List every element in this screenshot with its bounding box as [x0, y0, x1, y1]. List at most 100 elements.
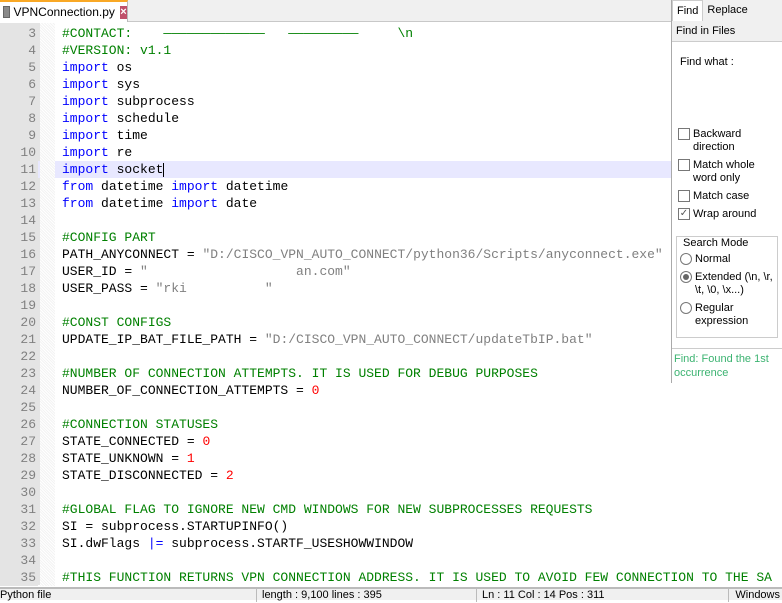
tab-replace[interactable]: Replace	[703, 0, 751, 21]
fold-margin-cell	[40, 467, 55, 484]
line-number: 5	[0, 59, 38, 76]
code-line[interactable]: 26 #CONNECTION STATUSES	[0, 416, 782, 433]
tab-find-in-files[interactable]: Find in Files	[672, 21, 739, 41]
line-number: 27	[0, 433, 38, 450]
token-cm: #CONTACT:	[62, 26, 164, 41]
code-line[interactable]: 18 USER_PASS = "rki "	[0, 280, 782, 297]
token-kw: import	[62, 60, 109, 75]
code-line[interactable]: 5 import os	[0, 59, 782, 76]
match-case-checkbox[interactable]: Match case	[678, 190, 778, 203]
radio-selected-icon	[680, 271, 692, 283]
token-cm: #GLOBAL FLAG TO IGNORE NEW CMD WINDOWS F…	[62, 502, 593, 517]
code-line[interactable]: 17 USER_ID = " an.com"	[0, 263, 782, 280]
tab-find[interactable]: Find	[672, 0, 704, 21]
code-text: SI = subprocess.STARTUPINFO()	[62, 518, 778, 535]
fold-margin-cell	[40, 178, 55, 195]
code-line[interactable]: 19	[0, 297, 782, 314]
code-line[interactable]: 23 #NUMBER OF CONNECTION ATTEMPTS. IT IS …	[0, 365, 782, 382]
token-str: "D:/CISCO_VPN_AUTO_CONNECT/updateTbIP.ba…	[264, 332, 593, 347]
code-line[interactable]: 32 SI = subprocess.STARTUPINFO()	[0, 518, 782, 535]
wrap-around-checkbox[interactable]: ✓ Wrap around	[678, 208, 778, 221]
line-number: 22	[0, 348, 38, 365]
code-line[interactable]: 27 STATE_CONNECTED = 0	[0, 433, 782, 450]
code-line[interactable]: 24 NUMBER_OF_CONNECTION_ATTEMPTS = 0	[0, 382, 782, 399]
code-line[interactable]: 16 PATH_ANYCONNECT = "D:/CISCO_VPN_AUTO_C…	[0, 246, 782, 263]
code-line[interactable]: 9 import time	[0, 127, 782, 144]
tab-title: VPNConnection.py	[13, 5, 115, 19]
checkbox-label: Wrap around	[693, 208, 757, 220]
code-text: #CONNECTION STATUSES	[62, 416, 778, 433]
code-line[interactable]: 20 #CONST CONFIGS	[0, 314, 782, 331]
regex-radio[interactable]: Regular expression	[680, 302, 776, 328]
fold-margin-cell	[40, 450, 55, 467]
line-number: 9	[0, 127, 38, 144]
token-tx: NUMBER_OF_CONNECTION_ATTEMPTS =	[62, 383, 312, 398]
code-line[interactable]: 34	[0, 552, 782, 569]
code-line[interactable]: 3 #CONTACT: ————————————— ————————— \n	[0, 25, 782, 42]
token-tx: UPDATE_IP_BAT_FILE_PATH =	[62, 332, 265, 347]
token-tx: SI = subprocess.STARTUPINFO()	[62, 519, 289, 534]
checkbox-icon	[678, 128, 690, 140]
close-icon[interactable]: ×	[119, 5, 127, 19]
fold-margin-cell	[40, 161, 55, 178]
status-position: Ln : 11 Col : 14 Pos : 311	[482, 589, 605, 601]
token-tx: date	[218, 196, 258, 211]
code-line[interactable]: 33 SI.dwFlags |= subprocess.STARTF_USESHO…	[0, 535, 782, 552]
fold-margin-cell	[40, 229, 55, 246]
line-number: 16	[0, 246, 38, 263]
fold-margin-cell	[40, 365, 55, 382]
token-cm: #VERSION: v1.1	[62, 43, 172, 58]
line-number: 15	[0, 229, 38, 246]
fold-margin-cell	[40, 501, 55, 518]
code-line[interactable]: 7 import subprocess	[0, 93, 782, 110]
token-num: 0	[311, 383, 320, 398]
match-whole-word-checkbox[interactable]: Match whole word only	[678, 159, 778, 185]
token-cm: ————————————— ————————— \n	[163, 26, 414, 41]
token-tx: schedule	[108, 111, 180, 126]
token-kw: |=	[147, 536, 164, 551]
token-kw: from	[62, 179, 94, 194]
code-line[interactable]: 31 #GLOBAL FLAG TO IGNORE NEW CMD WINDOWS…	[0, 501, 782, 518]
find-dialog: Find Replace Find in Files Find what : B…	[671, 0, 782, 383]
extended-radio[interactable]: Extended (\n, \r, \t, \0, \x...)	[680, 271, 776, 297]
token-kw: import	[62, 94, 109, 109]
code-line[interactable]: 11 import socket	[0, 161, 782, 178]
status-length: length : 9,100 lines : 395	[262, 589, 382, 601]
line-number: 28	[0, 450, 38, 467]
code-line[interactable]: 6 import sys	[0, 76, 782, 93]
line-number: 18	[0, 280, 38, 297]
code-line[interactable]: 10 import re	[0, 144, 782, 161]
fold-margin-cell	[40, 416, 55, 433]
fold-margin-cell	[40, 280, 55, 297]
checkbox-label: Backward direction	[693, 128, 742, 153]
fold-margin-cell	[40, 552, 55, 569]
code-line[interactable]: 22	[0, 348, 782, 365]
code-line[interactable]: 29 STATE_DISCONNECTED = 2	[0, 467, 782, 484]
code-line[interactable]: 15 #CONFIG PART	[0, 229, 782, 246]
code-editor[interactable]: 3 #CONTACT: ————————————— ————————— \n 4 #V…	[0, 23, 782, 602]
normal-radio[interactable]: Normal	[680, 253, 776, 266]
code-line[interactable]: 12 from datetime import datetime	[0, 178, 782, 195]
token-cm: #CONST CONFIGS	[62, 315, 172, 330]
code-line[interactable]: 13 from datetime import date	[0, 195, 782, 212]
radio-icon	[680, 302, 692, 314]
code-line[interactable]: 28 STATE_UNKNOWN = 1	[0, 450, 782, 467]
status-bar: Python file length : 9,100 lines : 395 L…	[0, 587, 782, 602]
code-line[interactable]: 14	[0, 212, 782, 229]
code-line[interactable]: 21 UPDATE_IP_BAT_FILE_PATH = "D:/CISCO_VP…	[0, 331, 782, 348]
text-caret	[163, 162, 165, 177]
checkbox-label: Match case	[693, 190, 750, 202]
token-tx: subprocess.STARTF_USESHOWWINDOW	[163, 536, 414, 551]
fold-margin-cell	[40, 484, 55, 501]
token-str: "D:/CISCO_VPN_AUTO_CONNECT/python36/Scri…	[202, 247, 663, 262]
tab-bar: VPNConnection.py ×	[0, 0, 782, 22]
fold-margin-cell	[40, 331, 55, 348]
tab-vpnconnection[interactable]: VPNConnection.py ×	[0, 0, 128, 22]
backward-direction-checkbox[interactable]: Backward direction	[678, 128, 778, 154]
fold-margin-cell	[40, 42, 55, 59]
code-line[interactable]: 25	[0, 399, 782, 416]
code-line[interactable]: 8 import schedule	[0, 110, 782, 127]
code-line[interactable]: 4 #VERSION: v1.1	[0, 42, 782, 59]
code-line[interactable]: 30	[0, 484, 782, 501]
token-num: 1	[186, 451, 195, 466]
